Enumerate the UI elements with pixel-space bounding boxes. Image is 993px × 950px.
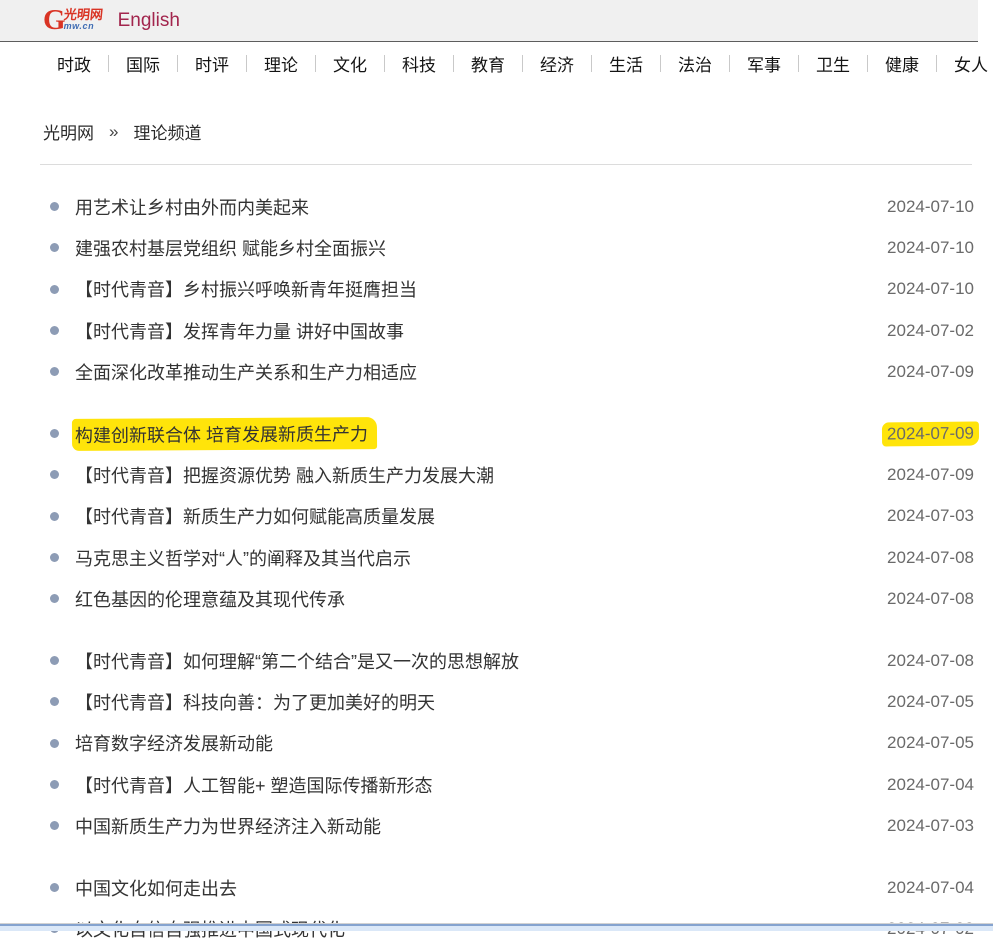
- bullet-icon: [50, 883, 59, 892]
- main-nav: 时政国际时评理论文化科技教育经济生活法治军事卫生健康女人: [0, 42, 978, 85]
- article-group: 【时代青音】如何理解“第二个结合”是又一次的思想解放2024-07-08【时代青…: [50, 640, 974, 846]
- article-date: 2024-07-08: [887, 651, 974, 671]
- article-link[interactable]: 中国文化如何走出去: [75, 875, 237, 901]
- article-date: 2024-07-09: [887, 465, 974, 485]
- article-link[interactable]: 【时代青音】把握资源优势 融入新质生产力发展大潮: [75, 462, 494, 488]
- article-date: 2024-07-04: [887, 775, 974, 795]
- article-date: 2024-07-05: [887, 733, 974, 753]
- article-row: 构建创新联合体 培育发展新质生产力2024-07-09: [50, 413, 974, 454]
- logo-chinese-chars: 光明网: [63, 8, 103, 21]
- taskbar-edge: [0, 924, 993, 931]
- article-date: 2024-07-03: [887, 816, 974, 836]
- page: G 光明网 mw.cn English 时政国际时评理论文化科技教育经济生活法治…: [0, 0, 978, 950]
- article-date: 2024-07-09: [882, 421, 979, 446]
- article-link[interactable]: 【时代青音】如何理解“第二个结合”是又一次的思想解放: [75, 648, 519, 674]
- article-link[interactable]: 【时代青音】新质生产力如何赋能高质量发展: [75, 503, 435, 529]
- breadcrumb: 光明网 » 理论频道: [43, 119, 978, 144]
- article-group: 中国文化如何走出去2024-07-04以文化自信自强推进中国式现代化2024-0…: [50, 867, 974, 950]
- article-row: 中国文化如何走出去 2024-07-04: [50, 867, 974, 908]
- article-row: 【时代青音】乡村振兴呼唤新青年挺膺担当 2024-07-10: [50, 269, 974, 310]
- article-date: 2024-07-08: [887, 589, 974, 609]
- article-row: 【时代青音】人工智能+ 塑造国际传播新形态 2024-07-04: [50, 764, 974, 805]
- nav-item[interactable]: 时评: [178, 51, 246, 76]
- article-link[interactable]: 【时代青音】科技向善：为了更加美好的明天: [75, 689, 435, 715]
- gmw-logo[interactable]: G 光明网 mw.cn: [43, 7, 103, 33]
- bullet-icon: [50, 429, 59, 438]
- article-link[interactable]: 【时代青音】乡村振兴呼唤新青年挺膺担当: [75, 276, 417, 302]
- nav-item[interactable]: 时政: [40, 51, 108, 76]
- breadcrumb-separator-icon: »: [109, 122, 118, 142]
- nav-item[interactable]: 国际: [109, 51, 177, 76]
- breadcrumb-site-link[interactable]: 光明网: [43, 119, 94, 144]
- article-row: 【时代青音】发挥青年力量 讲好中国故事 2024-07-02: [50, 310, 974, 351]
- breadcrumb-channel-link[interactable]: 理论频道: [133, 119, 201, 144]
- article-date: 2024-07-09: [887, 362, 974, 382]
- bullet-icon: [50, 697, 59, 706]
- article-row: 红色基因的伦理意蕴及其现代传承 2024-07-08: [50, 578, 974, 619]
- nav-item[interactable]: 生活: [592, 51, 660, 76]
- article-group: 用艺术让乡村由外而内美起来2024-07-10建强农村基层党组织 赋能乡村全面振…: [50, 186, 974, 392]
- article-link[interactable]: 马克思主义哲学对“人”的阐释及其当代启示: [75, 545, 411, 571]
- article-row: 【时代青音】把握资源优势 融入新质生产力发展大潮 2024-07-09: [50, 454, 974, 495]
- nav-item[interactable]: 女人: [937, 51, 993, 76]
- nav-item[interactable]: 健康: [868, 51, 936, 76]
- nav-item[interactable]: 文化: [316, 51, 384, 76]
- article-date: 2024-07-10: [887, 279, 974, 299]
- article-row: 全面深化改革推动生产关系和生产力相适应 2024-07-09: [50, 351, 974, 392]
- nav-item[interactable]: 卫生: [799, 51, 867, 76]
- article-date: 2024-07-04: [887, 878, 974, 898]
- article-row: 中国新质生产力为世界经济注入新动能 2024-07-03: [50, 805, 974, 846]
- article-link[interactable]: 【时代青音】人工智能+ 塑造国际传播新形态: [75, 772, 433, 798]
- article-link[interactable]: 中国新质生产力为世界经济注入新动能: [75, 813, 381, 839]
- article-row: 用艺术让乡村由外而内美起来 2024-07-10: [50, 186, 974, 227]
- article-date: 2024-07-10: [887, 238, 974, 258]
- logo-text-stack: 光明网 mw.cn: [64, 8, 103, 31]
- bullet-icon: [50, 739, 59, 748]
- nav-item[interactable]: 教育: [454, 51, 522, 76]
- site-header: G 光明网 mw.cn English: [0, 0, 978, 42]
- article-row: 建强农村基层党组织 赋能乡村全面振兴 2024-07-10: [50, 227, 974, 268]
- bullet-icon: [50, 512, 59, 521]
- bullet-icon: [50, 780, 59, 789]
- bullet-icon: [50, 202, 59, 211]
- nav-item[interactable]: 法治: [661, 51, 729, 76]
- article-list: 用艺术让乡村由外而内美起来2024-07-10建强农村基层党组织 赋能乡村全面振…: [0, 165, 978, 950]
- article-date: 2024-07-02: [887, 321, 974, 341]
- article-date: 2024-07-08: [887, 548, 974, 568]
- article-row: 培育数字经济发展新动能 2024-07-05: [50, 723, 974, 764]
- bullet-icon: [50, 594, 59, 603]
- bullet-icon: [50, 470, 59, 479]
- article-row: 【时代青音】新质生产力如何赋能高质量发展 2024-07-03: [50, 496, 974, 537]
- nav-item[interactable]: 科技: [385, 51, 453, 76]
- bullet-icon: [50, 285, 59, 294]
- article-link[interactable]: 培育数字经济发展新动能: [75, 730, 273, 756]
- article-link[interactable]: 【时代青音】发挥青年力量 讲好中国故事: [75, 318, 404, 344]
- article-link-highlighted[interactable]: 构建创新联合体 培育发展新质生产力: [72, 417, 377, 451]
- nav-item[interactable]: 军事: [730, 51, 798, 76]
- bullet-icon: [50, 821, 59, 830]
- bullet-icon: [50, 656, 59, 665]
- article-link[interactable]: 全面深化改革推动生产关系和生产力相适应: [75, 359, 417, 385]
- nav-item[interactable]: 经济: [523, 51, 591, 76]
- logo-letter-g: G: [43, 7, 65, 33]
- nav-item[interactable]: 理论: [247, 51, 315, 76]
- logo-domain-text: mw.cn: [64, 22, 103, 31]
- article-row: 【时代青音】科技向善：为了更加美好的明天 2024-07-05: [50, 681, 974, 722]
- english-link[interactable]: English: [118, 10, 180, 32]
- article-link[interactable]: 红色基因的伦理意蕴及其现代传承: [75, 586, 345, 612]
- article-link[interactable]: 用艺术让乡村由外而内美起来: [75, 194, 309, 220]
- article-row: 马克思主义哲学对“人”的阐释及其当代启示 2024-07-08: [50, 537, 974, 578]
- bullet-icon: [50, 326, 59, 335]
- article-date: 2024-07-10: [887, 197, 974, 217]
- bullet-icon: [50, 243, 59, 252]
- bullet-icon: [50, 367, 59, 376]
- article-row: 【时代青音】如何理解“第二个结合”是又一次的思想解放 2024-07-08: [50, 640, 974, 681]
- article-group: 构建创新联合体 培育发展新质生产力2024-07-09【时代青音】把握资源优势 …: [50, 413, 974, 619]
- article-date: 2024-07-03: [887, 506, 974, 526]
- bullet-icon: [50, 553, 59, 562]
- article-link[interactable]: 建强农村基层党组织 赋能乡村全面振兴: [75, 235, 386, 261]
- article-date: 2024-07-05: [887, 692, 974, 712]
